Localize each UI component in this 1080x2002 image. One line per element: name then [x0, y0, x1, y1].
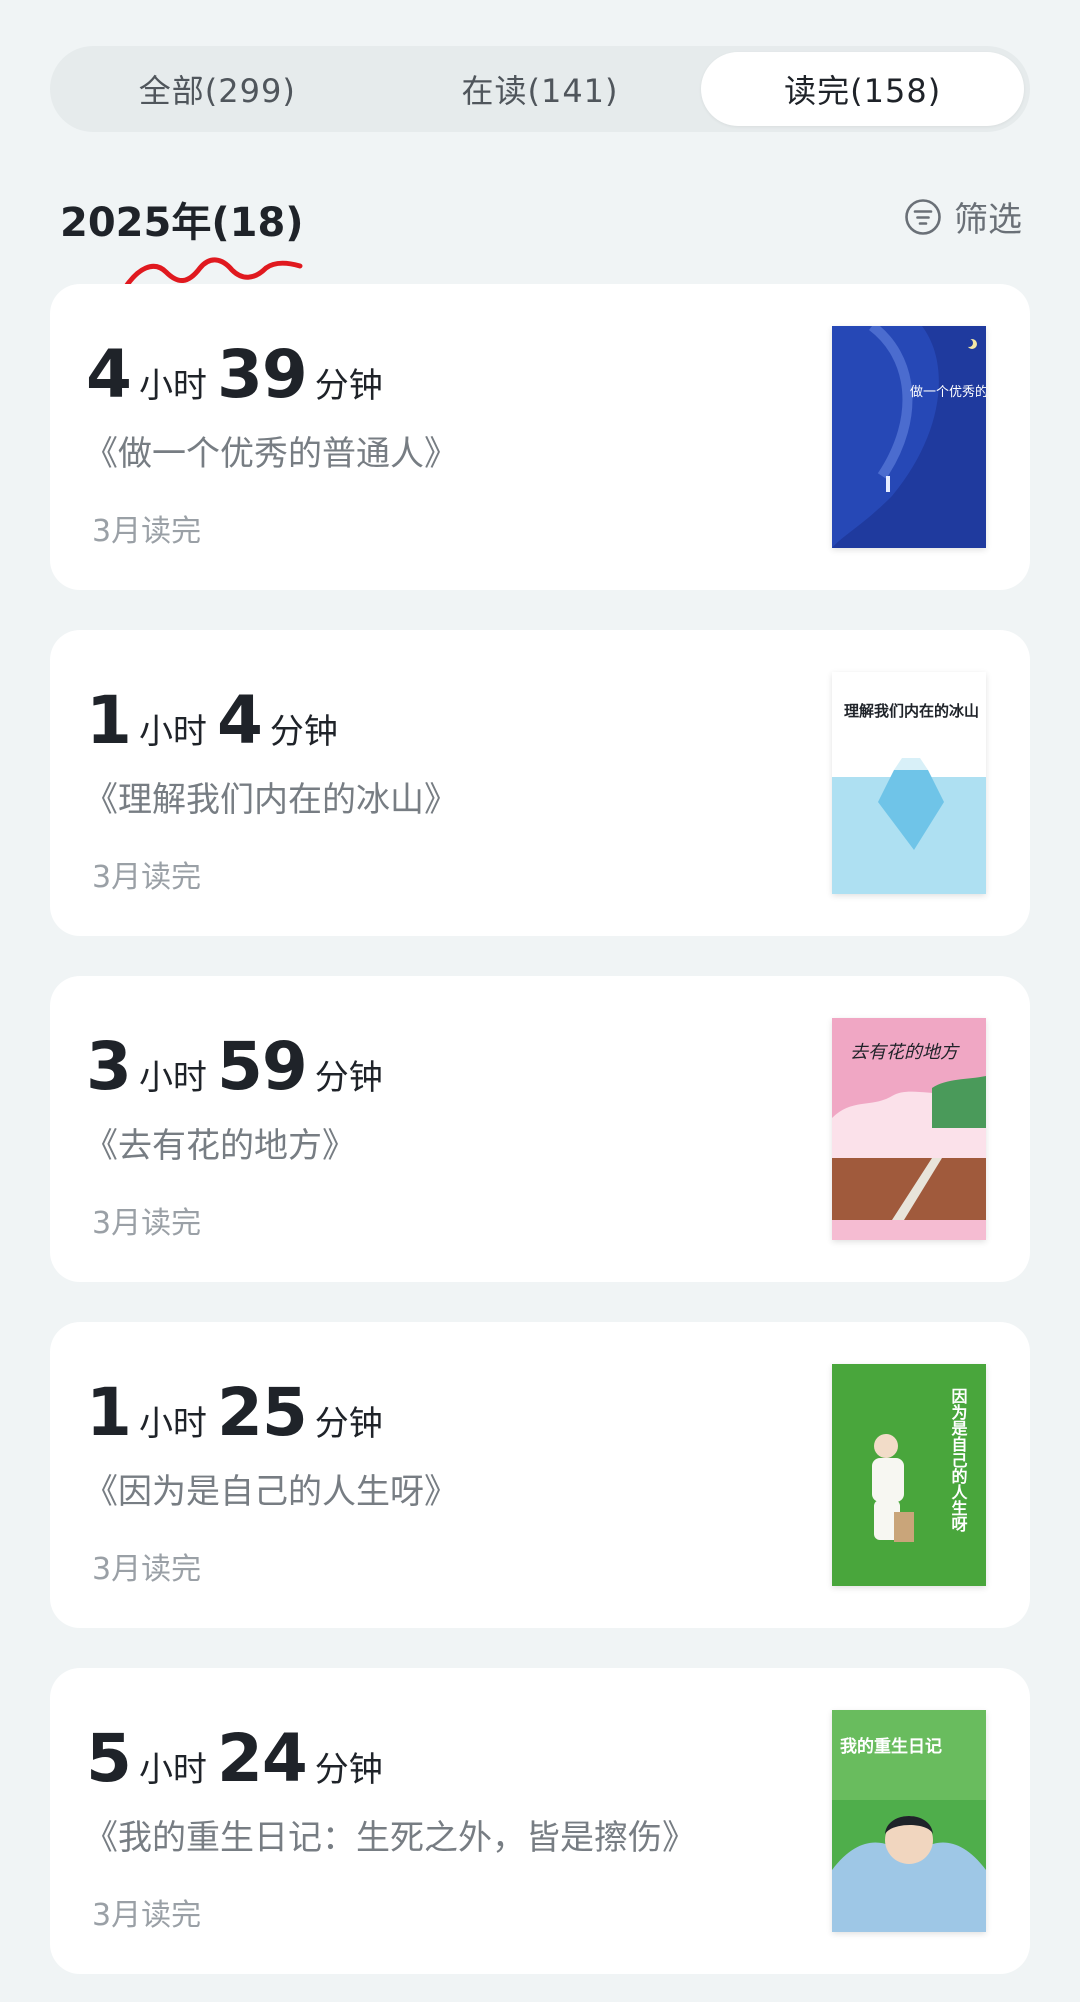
filter-button[interactable]: 筛选	[904, 192, 1022, 241]
book-title: 《做一个优秀的普通人》	[84, 434, 458, 474]
duration-minutes-unit: 分钟	[269, 712, 338, 752]
book-card[interactable]: 1 小时 25 分钟 《因为是自己的人生呀》 3月读完 因为是自己的人生呀	[50, 1322, 1030, 1628]
duration-minutes-unit: 分钟	[314, 1404, 383, 1444]
duration-minutes: 25	[216, 1374, 308, 1451]
finish-status: 3月读完	[92, 1898, 202, 1933]
cover-title: 理解我们内在的冰山	[844, 702, 979, 720]
duration-minutes: 4	[216, 682, 263, 759]
duration-minutes-unit: 分钟	[314, 1058, 383, 1098]
reading-duration: 1 小时 25 分钟	[86, 1374, 393, 1451]
cover-title: 做一个优秀的普通人	[910, 384, 986, 400]
book-cover[interactable]: 理解我们内在的冰山	[832, 672, 986, 894]
book-cover[interactable]: 我的重生日记	[832, 1710, 986, 1932]
book-title: 《理解我们内在的冰山》	[84, 780, 458, 820]
duration-minutes-unit: 分钟	[314, 1750, 383, 1790]
filter-icon	[905, 198, 941, 235]
cover-title: 去有花的地方	[850, 1042, 960, 1063]
duration-hours: 1	[86, 682, 132, 759]
book-cover[interactable]: 做一个优秀的普通人	[832, 326, 986, 548]
duration-minutes: 39	[216, 336, 308, 413]
tab-all[interactable]: 全部(299)	[56, 52, 379, 126]
duration-hours-unit: 小时	[138, 1750, 207, 1790]
book-cover[interactable]: 去有花的地方	[832, 1018, 986, 1240]
duration-minutes-unit: 分钟	[314, 366, 383, 406]
duration-hours: 1	[86, 1374, 132, 1451]
book-cover-2: 理解我们内在的冰山	[832, 672, 986, 894]
reading-duration: 3 小时 59 分钟	[86, 1028, 393, 1105]
tab-finished[interactable]: 读完(158)	[701, 52, 1025, 126]
finish-status: 3月读完	[92, 514, 202, 549]
year-group-title: 2025年(18)	[60, 200, 304, 246]
book-cover-1: 做一个优秀的普通人	[832, 326, 986, 548]
duration-hours: 5	[86, 1720, 132, 1797]
duration-hours: 4	[86, 336, 132, 413]
duration-hours-unit: 小时	[138, 366, 207, 406]
tab-reading[interactable]: 在读(141)	[379, 52, 702, 126]
book-title: 《因为是自己的人生呀》	[84, 1472, 458, 1512]
cover-title: 因为是自己的人生呀	[949, 1388, 969, 1533]
book-cover[interactable]: 因为是自己的人生呀	[832, 1364, 986, 1586]
duration-minutes: 24	[216, 1720, 308, 1797]
book-cover-3: 去有花的地方	[832, 1018, 986, 1240]
finish-status: 3月读完	[92, 1552, 202, 1587]
finish-status: 3月读完	[92, 860, 202, 895]
book-title: 《我的重生日记：生死之外，皆是擦伤》	[84, 1818, 696, 1858]
duration-hours-unit: 小时	[138, 1404, 207, 1444]
finish-status: 3月读完	[92, 1206, 202, 1241]
book-card[interactable]: 4 小时 39 分钟 《做一个优秀的普通人》 3月读完 做一个优秀的普通人	[50, 284, 1030, 590]
book-card[interactable]: 1 小时 4 分钟 《理解我们内在的冰山》 3月读完 理解我们内在的冰山	[50, 630, 1030, 936]
reading-duration: 5 小时 24 分钟	[86, 1720, 393, 1797]
shelf-segmented-tabs: 全部(299) 在读(141) 读完(158)	[50, 46, 1030, 132]
duration-minutes: 59	[216, 1028, 308, 1105]
book-card[interactable]: 5 小时 24 分钟 《我的重生日记：生死之外，皆是擦伤》 3月读完 我的重生日…	[50, 1668, 1030, 1974]
duration-hours-unit: 小时	[138, 1058, 207, 1098]
reading-duration: 4 小时 39 分钟	[86, 336, 393, 413]
reading-duration: 1 小时 4 分钟	[86, 682, 348, 759]
cover-title: 我的重生日记	[840, 1736, 942, 1757]
book-cover-5: 我的重生日记	[832, 1710, 986, 1932]
duration-hours-unit: 小时	[138, 712, 207, 752]
duration-hours: 3	[86, 1028, 132, 1105]
book-cover-4: 因为是自己的人生呀	[832, 1364, 986, 1586]
book-title: 《去有花的地方》	[84, 1126, 356, 1166]
book-card[interactable]: 3 小时 59 分钟 《去有花的地方》 3月读完 去有花的地方	[50, 976, 1030, 1282]
filter-label: 筛选	[954, 200, 1022, 240]
